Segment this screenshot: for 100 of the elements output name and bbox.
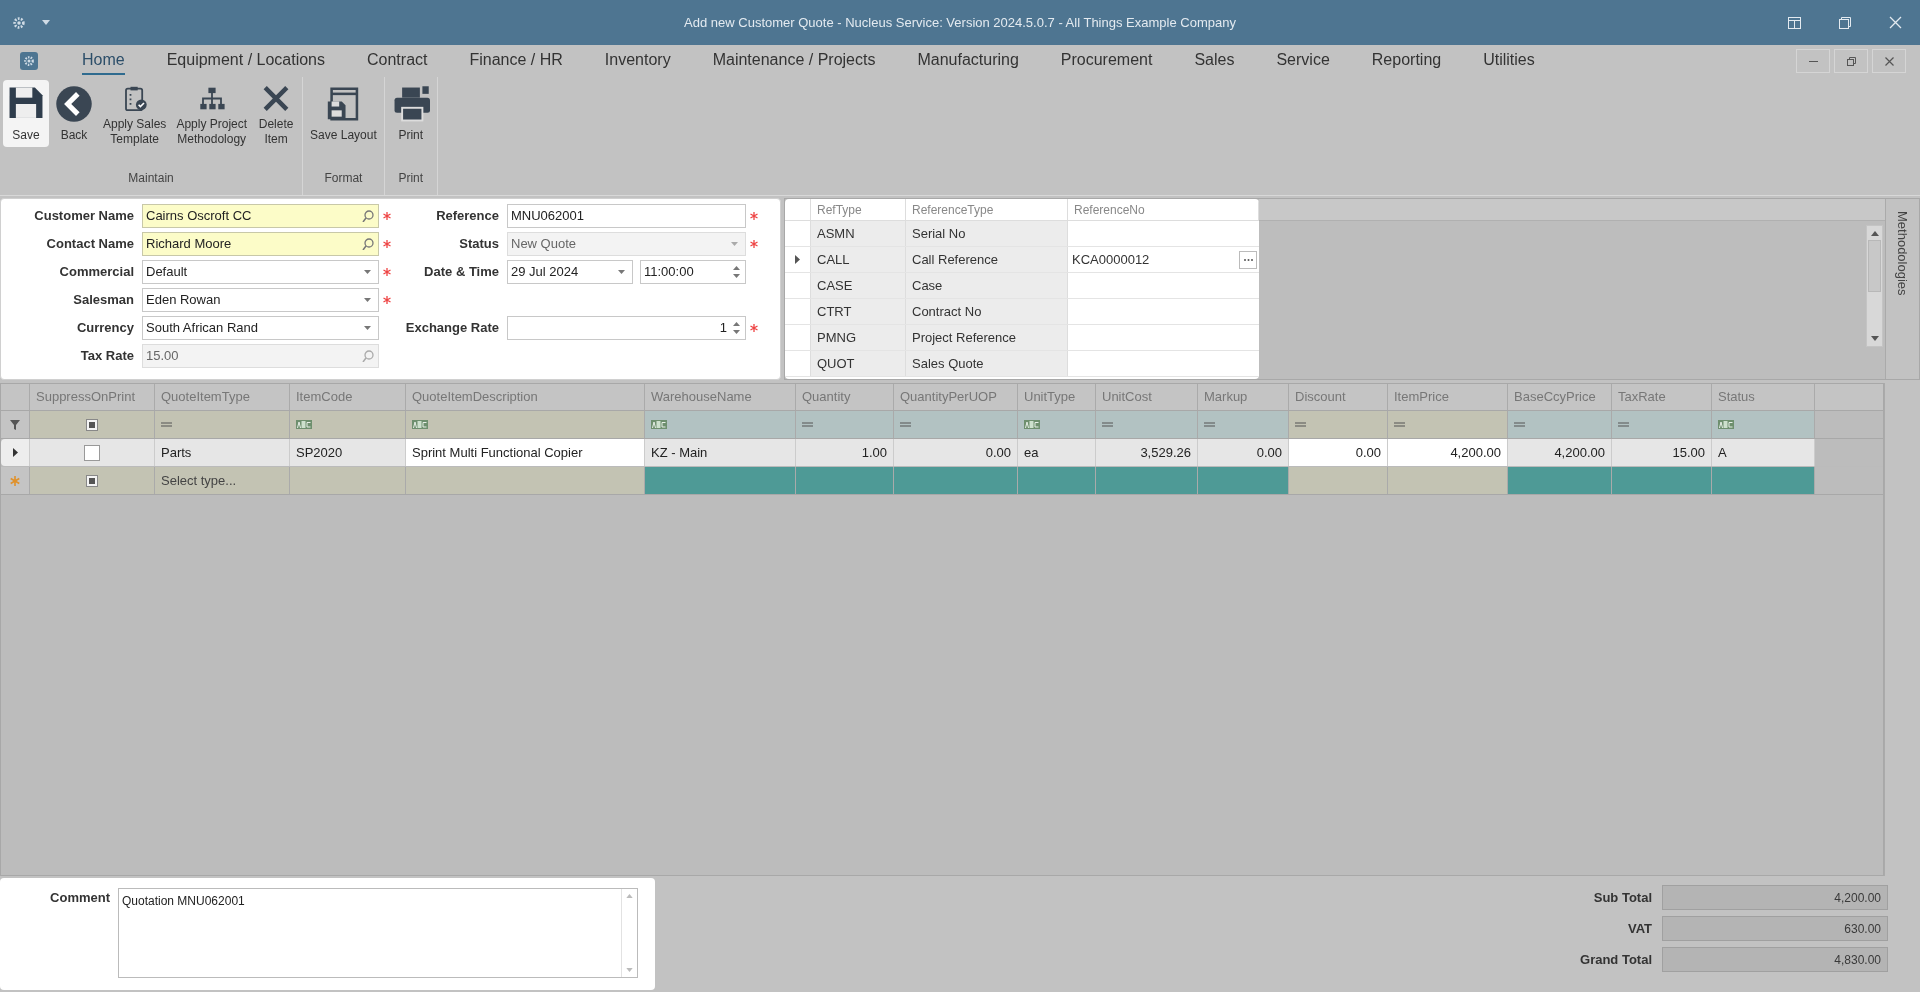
- menu-tab[interactable]: Utilities: [1483, 47, 1535, 75]
- menu-tab[interactable]: Inventory: [604, 47, 671, 75]
- equals-icon[interactable]: [1514, 422, 1525, 427]
- text-filter-icon[interactable]: [1718, 420, 1734, 429]
- new-row-cell[interactable]: [1508, 467, 1612, 494]
- spinner-icon[interactable]: [733, 322, 740, 334]
- search-icon[interactable]: [362, 238, 374, 250]
- equals-icon[interactable]: [161, 422, 172, 427]
- lookup-field[interactable]: Richard Moore: [142, 232, 379, 256]
- dropdown-field[interactable]: Default: [142, 260, 379, 284]
- time-field[interactable]: 11:00:00: [640, 260, 746, 284]
- equals-icon[interactable]: [1394, 422, 1405, 427]
- menu-tab[interactable]: Contract: [367, 47, 428, 75]
- caret-icon[interactable]: [618, 270, 625, 274]
- filter-cell[interactable]: [645, 411, 796, 438]
- scroll-up-icon[interactable]: [1870, 231, 1879, 236]
- ellipsis-button[interactable]: [1239, 250, 1257, 269]
- filter-cell[interactable]: [796, 411, 894, 438]
- ribbon-button[interactable]: Print: [387, 80, 434, 147]
- text-filter-icon[interactable]: [296, 420, 312, 429]
- text-filter-icon[interactable]: [412, 420, 428, 429]
- ribbon-button[interactable]: Apply Sales Template: [99, 80, 171, 147]
- ribbon-button[interactable]: Delete Item: [253, 80, 300, 147]
- filter-cell[interactable]: [1388, 411, 1508, 438]
- app-menu-button[interactable]: [20, 52, 38, 70]
- lookup-field[interactable]: Cairns Oscroft CC: [142, 204, 379, 228]
- filter-cell[interactable]: [155, 411, 290, 438]
- filter-cell[interactable]: [1508, 411, 1612, 438]
- dropdown-field[interactable]: Eden Rowan: [142, 288, 379, 312]
- text-filter-icon[interactable]: [1024, 420, 1040, 429]
- menu-tab[interactable]: Service: [1276, 47, 1330, 75]
- table-cell: SP2020: [290, 439, 406, 466]
- number-field[interactable]: 1: [507, 316, 746, 340]
- menu-tab[interactable]: Maintenance / Projects: [712, 47, 876, 75]
- filter-cell[interactable]: [406, 411, 645, 438]
- filter-cell[interactable]: [1198, 411, 1289, 438]
- equals-icon[interactable]: [1295, 422, 1306, 427]
- ribbon-button[interactable]: Back: [51, 80, 97, 147]
- new-row-cell[interactable]: Select type...: [155, 467, 290, 494]
- spinner-icon[interactable]: [733, 266, 740, 278]
- new-row-cell[interactable]: [1388, 467, 1508, 494]
- restore-button[interactable]: [1834, 49, 1868, 73]
- date-field[interactable]: 29 Jul 2024: [507, 260, 633, 284]
- new-row-cell[interactable]: [1018, 467, 1096, 494]
- layout-icon[interactable]: [1788, 16, 1801, 29]
- checkbox[interactable]: [84, 444, 100, 461]
- ribbon-button[interactable]: Apply Project Methodology: [172, 80, 252, 147]
- new-row-placeholder[interactable]: Select type...: [155, 470, 243, 491]
- filter-cell[interactable]: [1289, 411, 1388, 438]
- scroll-down-icon[interactable]: [1870, 336, 1879, 341]
- restore-icon[interactable]: [1839, 16, 1851, 29]
- menu-tab[interactable]: Reporting: [1371, 47, 1442, 75]
- filter-cell[interactable]: [1096, 411, 1198, 438]
- close-button[interactable]: [1872, 49, 1906, 73]
- menu-tab[interactable]: Manufacturing: [917, 47, 1019, 75]
- equals-icon[interactable]: [900, 422, 911, 427]
- equals-icon[interactable]: [1204, 422, 1215, 427]
- caret-icon[interactable]: [364, 326, 371, 330]
- filter-cell[interactable]: [1018, 411, 1096, 438]
- new-row-cell[interactable]: [1289, 467, 1388, 494]
- equals-icon[interactable]: [1102, 422, 1113, 427]
- caret-icon[interactable]: [364, 298, 371, 302]
- column-header[interactable]: ReferenceType: [906, 199, 1068, 220]
- filter-cell[interactable]: [1712, 411, 1815, 438]
- equals-icon[interactable]: [1618, 422, 1629, 427]
- scrollbar[interactable]: [1866, 225, 1883, 347]
- close-icon[interactable]: [1889, 16, 1902, 29]
- new-row-cell[interactable]: [1712, 467, 1815, 494]
- filter-cell[interactable]: [894, 411, 1018, 438]
- new-row-cell[interactable]: [1612, 467, 1712, 494]
- filter-cell[interactable]: [290, 411, 406, 438]
- new-row-cell[interactable]: [30, 467, 155, 494]
- text-filter-icon[interactable]: [651, 420, 667, 429]
- menu-tab[interactable]: Home: [82, 47, 125, 75]
- filter-cell[interactable]: [1612, 411, 1712, 438]
- new-row-cell[interactable]: [1198, 467, 1289, 494]
- new-row-cell[interactable]: [894, 467, 1018, 494]
- caret-icon[interactable]: [364, 270, 371, 274]
- filter-icon[interactable]: [10, 419, 20, 430]
- menu-tab[interactable]: Equipment / Locations: [166, 47, 325, 75]
- filter-cell[interactable]: [30, 411, 155, 438]
- column-header[interactable]: RefType: [811, 199, 906, 220]
- ribbon-button[interactable]: Save Layout: [306, 80, 381, 147]
- new-row-cell[interactable]: [1096, 467, 1198, 494]
- input-field[interactable]: MNU062001: [507, 204, 746, 228]
- ribbon-button[interactable]: Save: [3, 80, 49, 147]
- new-row-cell[interactable]: [406, 467, 645, 494]
- menu-tab[interactable]: Finance / HR: [469, 47, 563, 75]
- search-icon[interactable]: [362, 210, 374, 222]
- dropdown-field[interactable]: South African Rand: [142, 316, 379, 340]
- checkbox-icon[interactable]: [86, 474, 98, 487]
- caret-icon[interactable]: [42, 20, 50, 25]
- gear-icon[interactable]: [12, 15, 26, 30]
- new-row-cell[interactable]: [796, 467, 894, 494]
- new-row-cell[interactable]: [290, 467, 406, 494]
- menu-tab[interactable]: Procurement: [1060, 47, 1153, 75]
- equals-icon[interactable]: [802, 422, 813, 427]
- menu-tab[interactable]: Sales: [1194, 47, 1235, 75]
- checkbox-icon[interactable]: [86, 418, 98, 431]
- new-row-cell[interactable]: [645, 467, 796, 494]
